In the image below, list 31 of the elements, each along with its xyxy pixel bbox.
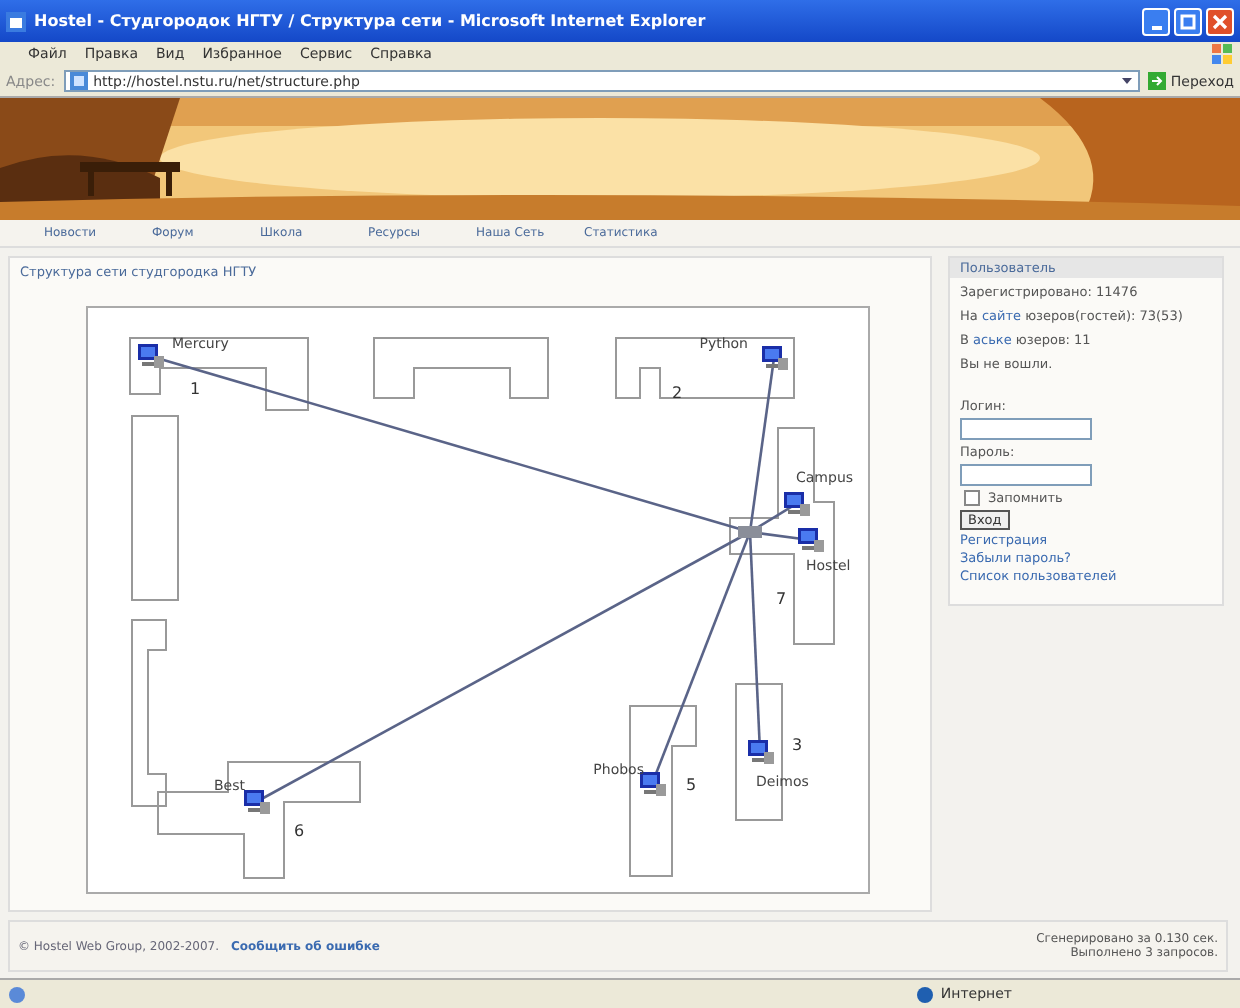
building-number: 2: [672, 384, 683, 402]
page-icon: [8, 985, 26, 1003]
computer-icon[interactable]: [138, 344, 164, 368]
computer-icon[interactable]: [784, 492, 810, 516]
building-number: 5: [686, 776, 697, 794]
page-icon: [69, 72, 88, 90]
close-button[interactable]: [1206, 7, 1234, 35]
computer-icon[interactable]: [244, 790, 270, 814]
maximize-icon: [1180, 13, 1196, 29]
building-number: 7: [776, 590, 787, 608]
minimize-icon: [1151, 25, 1161, 29]
building-number: 6: [294, 822, 305, 840]
windows-logo-icon: [1212, 44, 1232, 64]
close-icon: [1212, 13, 1228, 29]
window-title: Hostel - Студгородок НГТУ / Структура сети - Microsoft Internet Explorer: [34, 12, 708, 30]
computer-icon[interactable]: [798, 528, 824, 552]
switch-icon: [738, 526, 762, 538]
globe-icon: [916, 985, 935, 1003]
computer-icon[interactable]: [762, 346, 788, 370]
maximize-button[interactable]: [1174, 7, 1202, 35]
remember-checkbox[interactable]: [964, 490, 980, 506]
building-number: 3: [792, 736, 803, 754]
minimize-button[interactable]: [1142, 7, 1170, 35]
login-field[interactable]: [960, 418, 1092, 440]
building-number: 1: [190, 380, 201, 398]
dropdown-arrow-icon[interactable]: [1120, 74, 1135, 88]
computer-icon[interactable]: [748, 740, 774, 764]
arrow-icon: [1148, 72, 1167, 90]
password-field[interactable]: [960, 464, 1092, 486]
browser-icon: [6, 11, 26, 31]
computer-icon[interactable]: [640, 772, 666, 796]
